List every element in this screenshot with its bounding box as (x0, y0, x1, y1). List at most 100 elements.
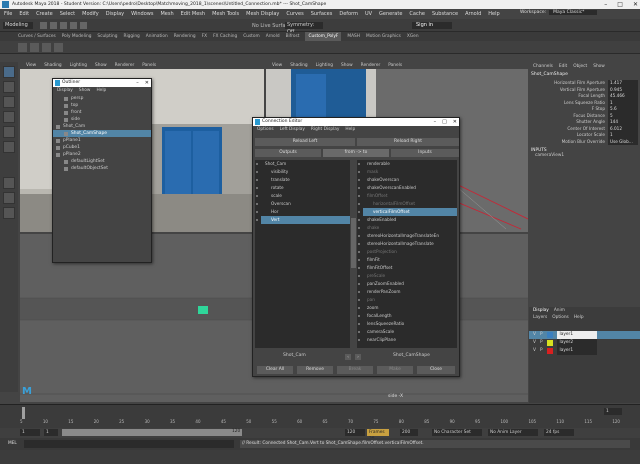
attribute-row[interactable]: Vert (256, 216, 350, 224)
shelf-tab[interactable]: Animation (146, 32, 168, 41)
swap-right-icon[interactable]: › (355, 354, 361, 360)
layer-menu-item[interactable]: Layers (533, 314, 547, 321)
layer-playback-toggle[interactable]: P (540, 339, 543, 347)
attribute-row[interactable]: focalLength (358, 312, 457, 320)
menu-item[interactable]: File (4, 11, 12, 17)
attribute-row[interactable]: rotate (256, 184, 350, 192)
connection-editor-menu-item[interactable]: Help (345, 126, 355, 133)
attribute-row[interactable]: Hor (256, 208, 350, 216)
shelf-tab[interactable]: XGen (407, 32, 419, 41)
close-icon[interactable]: ✕ (453, 118, 457, 126)
attribute-row[interactable]: shakeEnabled (358, 216, 457, 224)
channel-box-menu-item[interactable]: Object (573, 62, 587, 72)
redo-icon[interactable] (80, 22, 87, 29)
shelf-tab[interactable]: Rendering (174, 32, 196, 41)
viewport-menu-item[interactable]: Shading (44, 62, 61, 69)
shelf-tab[interactable]: Motion Graphics (366, 32, 401, 41)
outliner-title-bar[interactable]: Outliner – ✕ (53, 79, 151, 87)
save-scene-icon[interactable] (60, 22, 67, 29)
shelf-tab[interactable]: Rigging (124, 32, 140, 41)
menu-item[interactable]: Help (488, 11, 499, 17)
close-icon[interactable]: ✕ (633, 0, 638, 9)
outliner-item[interactable]: defaultObjectSet (53, 165, 151, 172)
shelf-tab[interactable]: FX Caching (213, 32, 237, 41)
layer-row[interactable]: V Player1 (529, 347, 640, 355)
fps-dropdown[interactable]: 24 fps (544, 429, 574, 436)
attribute-row[interactable]: stereoHorizontalImageTranslateEn (358, 232, 457, 240)
channel-row[interactable]: Motion Blur Override Use Glob... (529, 138, 640, 145)
attribute-row[interactable]: filmFit (358, 256, 457, 264)
time-slider[interactable]: 5 10 15 20 25 30 35 40 45 50 55 60 65 70 75 80 85 90 95 100… (0, 404, 640, 428)
outliner-item[interactable]: pPlane2 (53, 151, 151, 158)
shelf-tool-icon[interactable] (30, 43, 39, 52)
shelf-tab[interactable]: Arnold (266, 32, 280, 41)
end-frame-field[interactable]: 120 (345, 429, 365, 436)
mode-dropdown[interactable]: Modeling (3, 22, 33, 29)
shelf-tab[interactable]: Custom_PolyF (305, 32, 342, 41)
shelf-tab[interactable]: Sculpting (97, 32, 117, 41)
connection-editor-menu-item[interactable]: Options (257, 126, 274, 133)
connection-editor-title-bar[interactable]: Connection Editor – □ ✕ (253, 118, 459, 126)
viewport-menu-item[interactable]: Show (341, 62, 353, 69)
attribute-row[interactable]: cameraScale (358, 328, 457, 336)
inputs-item[interactable]: cameraView1 (529, 153, 640, 158)
menu-item[interactable]: Edit Mesh (181, 11, 205, 17)
shelf-tab[interactable]: Custom (243, 32, 259, 41)
outliner-item[interactable]: Shot_CamShape (53, 130, 151, 137)
menu-item[interactable]: Mesh (160, 11, 173, 17)
shelf-tab[interactable]: Poly Modeling (62, 32, 92, 41)
outliner-menu-item[interactable]: Display (57, 87, 73, 94)
menu-item[interactable]: Select (60, 11, 75, 17)
layer-menu-item[interactable]: Help (574, 314, 584, 321)
menu-item[interactable]: Windows (131, 11, 153, 17)
attribute-row[interactable]: shakeOverscan (358, 176, 457, 184)
attribute-row[interactable]: verticalFilmOffset (358, 208, 457, 216)
layer-tab[interactable]: Display (533, 307, 549, 314)
swap-left-icon[interactable]: ‹ (345, 354, 351, 360)
scrollbar[interactable] (351, 218, 356, 268)
attribute-row[interactable]: shake (358, 224, 457, 232)
viewport-menu-item[interactable]: Show (95, 62, 107, 69)
attribute-row[interactable]: panZoomEnabled (358, 280, 457, 288)
shelf-tab[interactable]: MASH (347, 32, 360, 41)
menu-item[interactable]: Curves (286, 11, 303, 17)
attribute-row[interactable]: renderable (358, 160, 457, 168)
attribute-row[interactable]: scale (256, 192, 350, 200)
menu-item[interactable]: Mesh Display (246, 11, 279, 17)
viewport-menu-item[interactable]: View (272, 62, 282, 69)
outliner-item[interactable]: pCube1 (53, 144, 151, 151)
attribute-row[interactable]: Shot_Cam (256, 160, 350, 168)
attribute-row[interactable]: mask (358, 168, 457, 176)
viewport-menu-item[interactable]: Shading (290, 62, 307, 69)
remove-button[interactable]: Remove (297, 366, 333, 374)
sign-in-button[interactable]: Sign in (412, 22, 452, 29)
workspace-value[interactable]: Maya Classic* (549, 10, 598, 15)
layer-tab[interactable]: Anim (554, 307, 565, 314)
mel-label[interactable]: MEL (8, 441, 17, 446)
attribute-row[interactable]: stereoHorizontalImageTranslate (358, 240, 457, 248)
layer-visibility-toggle[interactable]: V (533, 331, 536, 339)
outliner-item[interactable]: side (53, 116, 151, 123)
viewport-menu-item[interactable]: Panels (142, 62, 156, 69)
attribute-row[interactable]: filmFitOffset (358, 264, 457, 272)
move-tool-icon[interactable] (3, 111, 15, 123)
attribute-row[interactable]: renderPanZoom (358, 288, 457, 296)
outliner-item[interactable]: top (53, 102, 151, 109)
workspace-selector[interactable]: Workspace: Maya Classic* (520, 10, 598, 15)
open-scene-icon[interactable] (50, 22, 57, 29)
layer-playback-toggle[interactable]: P (540, 347, 543, 355)
layout-two-icon[interactable] (3, 207, 15, 219)
viewport-menu-item[interactable]: Lighting (316, 62, 333, 69)
clear-all-button[interactable]: Clear All (257, 366, 293, 374)
attribute-row[interactable]: preScale (358, 272, 457, 280)
outliner-menu-item[interactable]: Help (96, 87, 106, 94)
channel-box-menu-item[interactable]: Edit (559, 62, 567, 72)
layer-playback-toggle[interactable]: P (540, 331, 543, 339)
lasso-tool-icon[interactable] (3, 81, 15, 93)
new-scene-icon[interactable] (40, 22, 47, 29)
outliner-menu-item[interactable]: Show (79, 87, 91, 94)
right-attribute-list[interactable]: renderable mask shakeOverscan shakeOverscan… (357, 160, 457, 348)
menu-item[interactable]: Create (36, 11, 53, 17)
left-attribute-list[interactable]: Shot_Cam visibility translate rotate scale Ov… (255, 160, 350, 348)
layer-color-swatch[interactable] (546, 340, 553, 346)
